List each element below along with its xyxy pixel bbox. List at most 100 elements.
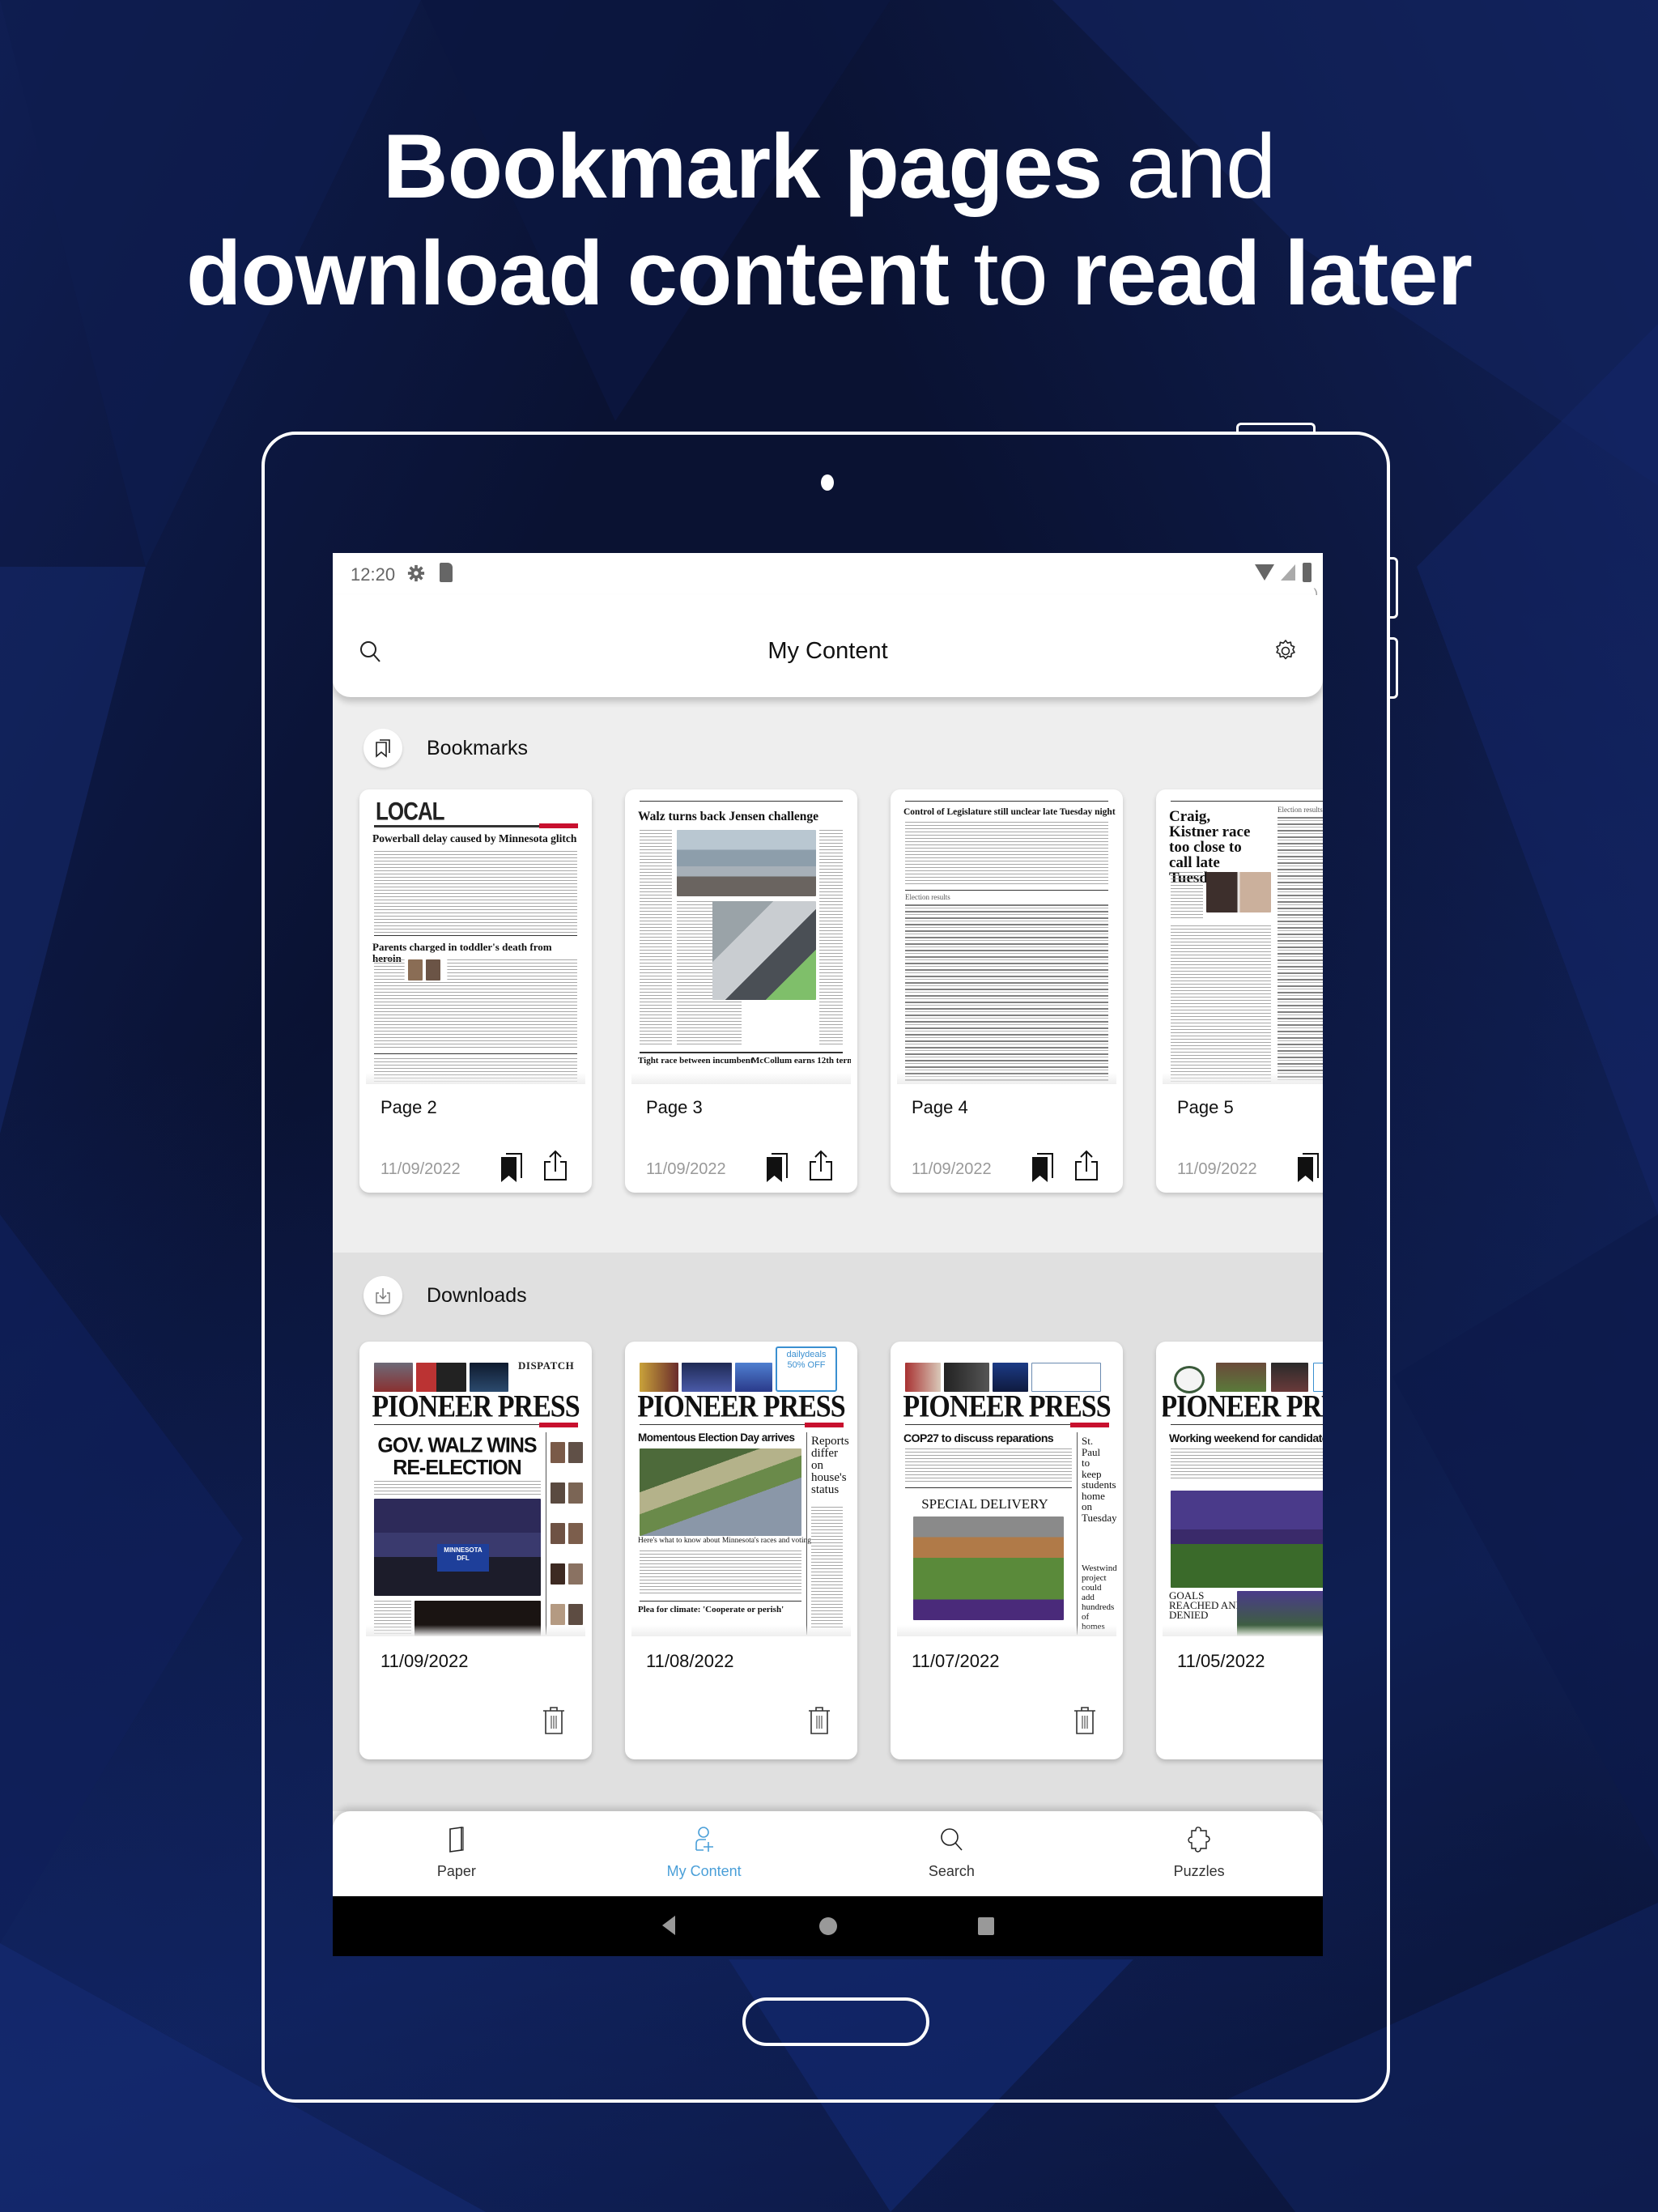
card-date: 11/09/2022 [1177, 1160, 1257, 1178]
puzzle-icon [1188, 1827, 1210, 1853]
thumbnail-headline: Control of Legislature still unclear lat… [903, 807, 1116, 817]
thumbnail-masthead: PIONEER PRESS [903, 1389, 1111, 1424]
headline-light: and [1102, 116, 1276, 217]
edition-thumbnail[interactable]: PIONEER PRESS COP27 to discuss reparatio… [897, 1345, 1116, 1636]
delete-icon[interactable] [808, 1706, 831, 1735]
thumbnail-headline: Powerball delay caused by Minnesota glit… [372, 832, 577, 844]
card-date: 11/09/2022 [646, 1160, 726, 1178]
headline-bold: read later [1071, 223, 1473, 324]
headline-light: to [949, 223, 1072, 324]
app-screen: 12:20 ) My Content Bookmarks LOCAL Power… [333, 553, 1323, 1956]
headline-bold: Bookmark pages [382, 116, 1103, 217]
thumbnail-photo-sign: MINNESOTA DFL [437, 1544, 489, 1572]
battery-icon [1303, 563, 1312, 582]
bottom-navigation: Paper My Content Search Puzzles [333, 1811, 1323, 1896]
status-time: 12:20 [351, 564, 396, 585]
thumbnail-headline: St. Paul to keep students home on Tuesda… [1082, 1435, 1116, 1524]
headline-line-2: download content to read later [0, 220, 1658, 327]
card-title: Page 4 [912, 1097, 968, 1117]
status-bar: 12:20 ) [333, 553, 1323, 601]
nav-label: Search [928, 1863, 975, 1879]
nav-search[interactable]: Search [828, 1811, 1076, 1896]
bookmark-icon[interactable] [766, 1152, 789, 1183]
bookmark-card[interactable]: Walz turns back Jensen challenge Tight r… [625, 789, 857, 1193]
thumbnail-masthead: PIONEER PRESS [1163, 1389, 1323, 1424]
thumbnail-headline: Working weekend for candidates [1169, 1431, 1323, 1444]
thumbnail-badge: DISPATCH [518, 1359, 575, 1372]
thumbnail-section-title: LOCAL [376, 796, 445, 826]
share-icon[interactable] [808, 1149, 834, 1181]
settings-icon[interactable] [1273, 638, 1299, 664]
marketing-headline: Bookmark pages and download content to r… [0, 113, 1658, 327]
card-date: 11/05/2022 [1177, 1651, 1265, 1671]
download-card[interactable]: PIONEER PRESS COP27 to discuss reparatio… [891, 1342, 1123, 1759]
downloads-list: DISPATCH PIONEER PRESS GOV. WALZ WINS RE… [359, 1342, 1323, 1759]
thumbnail-headline: Tight race between incumbent [638, 1056, 754, 1066]
delete-icon[interactable] [1073, 1706, 1096, 1735]
page-title: My Content [767, 638, 888, 664]
settings-icon [407, 564, 425, 582]
card-date: 11/09/2022 [912, 1160, 992, 1178]
bookmarks-icon-badge [363, 729, 402, 768]
nav-paper[interactable]: Paper [333, 1811, 580, 1896]
recents-button[interactable] [978, 1917, 994, 1935]
nav-label: Puzzles [1173, 1863, 1225, 1879]
bookmarks-list: LOCAL Powerball delay caused by Minnesot… [359, 789, 1323, 1193]
thumbnail-subhead: Election results [905, 893, 950, 901]
nav-label: Paper [436, 1863, 476, 1879]
thumbnail-badge: dailydeals 50% OFF [776, 1346, 837, 1392]
download-icon [376, 1288, 390, 1304]
app-bar: My Content [333, 595, 1323, 697]
share-icon[interactable] [542, 1149, 568, 1181]
edition-thumbnail[interactable]: PIONEER PRESS Working weekend for candid… [1163, 1345, 1323, 1636]
edition-thumbnail[interactable]: dailydeals 50% OFF PIONEER PRESS Momento… [631, 1345, 851, 1636]
page-thumbnail[interactable]: Walz turns back Jensen challenge Tight r… [631, 793, 851, 1084]
thumbnail-headline: Momentous Election Day arrives [638, 1431, 795, 1444]
page-thumbnail[interactable]: Control of Legislature still unclear lat… [897, 793, 1116, 1084]
my-content-icon [695, 1827, 713, 1852]
bookmark-card[interactable]: Craig, Kistner race too close to call la… [1156, 789, 1323, 1193]
bookmark-card[interactable]: Control of Legislature still unclear lat… [891, 789, 1123, 1193]
delete-icon[interactable] [542, 1706, 565, 1735]
thumbnail-headline: McCollum earns 12th term [751, 1056, 851, 1066]
download-card[interactable]: dailydeals 50% OFF PIONEER PRESS Momento… [625, 1342, 857, 1759]
bookmark-icon[interactable] [1031, 1152, 1054, 1183]
share-icon[interactable] [1073, 1149, 1099, 1181]
card-title: Page 5 [1177, 1097, 1234, 1117]
page-thumbnail[interactable]: Craig, Kistner race too close to call la… [1163, 793, 1323, 1084]
tablet-camera [821, 474, 834, 491]
card-title: Page 2 [380, 1097, 437, 1117]
downloads-icon-badge [363, 1276, 402, 1315]
downloads-label: Downloads [427, 1283, 527, 1307]
system-navigation-bar [333, 1896, 1323, 1956]
signal-icon [1281, 564, 1295, 581]
page-thumbnail[interactable]: LOCAL Powerball delay caused by Minnesot… [366, 793, 585, 1084]
thumbnail-subhead: Election results [1278, 806, 1323, 814]
tablet-home-button [742, 1997, 929, 2046]
bookmark-icon[interactable] [1297, 1152, 1320, 1183]
card-date: 11/09/2022 [380, 1160, 461, 1178]
downloads-section: Downloads DISPATCH PIONEER PRESS GOV. WA… [333, 1253, 1323, 1811]
card-date: 11/08/2022 [646, 1651, 734, 1671]
card-date: 11/07/2022 [912, 1651, 1000, 1671]
download-card[interactable]: PIONEER PRESS Working weekend for candid… [1156, 1342, 1323, 1759]
thumbnail-headline: COP27 to discuss reparations [903, 1431, 1054, 1444]
downloads-header: Downloads [363, 1253, 527, 1330]
back-button[interactable] [662, 1916, 675, 1935]
home-button[interactable] [819, 1917, 837, 1935]
bookmarks-label: Bookmarks [427, 736, 529, 759]
edition-thumbnail[interactable]: DISPATCH PIONEER PRESS GOV. WALZ WINS RE… [366, 1345, 585, 1636]
bookmark-card[interactable]: LOCAL Powerball delay caused by Minnesot… [359, 789, 592, 1193]
nav-my-content[interactable]: My Content [580, 1811, 828, 1896]
nav-puzzles[interactable]: Puzzles [1075, 1811, 1323, 1896]
card-date: 11/09/2022 [380, 1651, 469, 1671]
wifi-icon [1255, 564, 1274, 581]
bookmark-icon[interactable] [500, 1152, 523, 1183]
download-card[interactable]: DISPATCH PIONEER PRESS GOV. WALZ WINS RE… [359, 1342, 592, 1759]
bookmarks-section: Bookmarks LOCAL Powerball delay caused b… [333, 697, 1323, 1253]
paper-icon [449, 1827, 464, 1853]
thumbnail-headline: Walz turns back Jensen challenge [638, 810, 819, 823]
thumbnail-headline: Plea for climate: 'Cooperate or perish' [638, 1605, 784, 1614]
thumbnail-headline: Here's what to know about Minnesota's ra… [638, 1537, 811, 1545]
bookmarks-icon [376, 739, 390, 758]
